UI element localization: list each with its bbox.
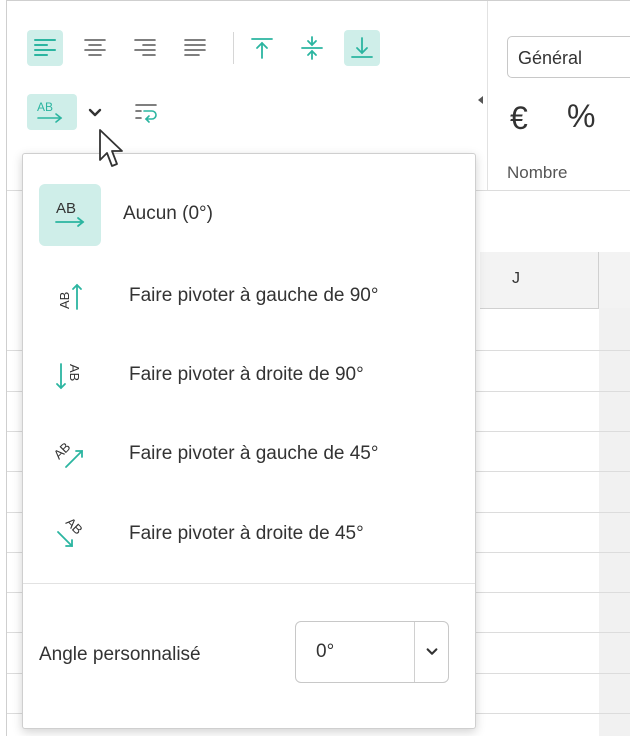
menu-item-rotate-left-90[interactable]: AB Faire pivoter à gauche de 90° xyxy=(23,258,475,334)
align-bottom-button[interactable] xyxy=(344,30,380,66)
menu-item-label: Faire pivoter à gauche de 45° xyxy=(129,443,379,464)
ribbon-section-divider xyxy=(487,0,488,190)
svg-text:AB: AB xyxy=(37,100,53,114)
custom-angle-value[interactable]: 0° xyxy=(316,622,334,682)
align-middle-button[interactable] xyxy=(294,30,330,66)
rotate-right-45-icon: AB xyxy=(39,504,101,566)
wrap-text-button[interactable] xyxy=(128,94,164,130)
menu-item-no-rotation[interactable]: AB Aucun (0°) xyxy=(23,176,475,252)
text-orientation-icon: AB xyxy=(37,100,63,123)
mouse-cursor-icon xyxy=(99,129,123,167)
align-top-icon xyxy=(251,38,273,59)
svg-text:AB: AB xyxy=(67,364,82,381)
custom-angle-label: Angle personnalisé xyxy=(39,644,201,665)
align-left-button[interactable] xyxy=(27,30,63,66)
window-border xyxy=(6,0,7,736)
column-j-header[interactable]: J xyxy=(512,270,520,288)
menu-item-label: Faire pivoter à droite de 45° xyxy=(129,523,364,544)
menu-item-label: Faire pivoter à gauche de 90° xyxy=(129,285,379,306)
chevron-down-icon xyxy=(426,648,438,655)
custom-angle-select[interactable]: 0° xyxy=(295,621,449,683)
number-section-label: Nombre xyxy=(507,163,568,182)
svg-text:AB: AB xyxy=(57,292,72,309)
menu-item-label: Faire pivoter à droite de 90° xyxy=(129,364,364,385)
toolbar-divider xyxy=(233,32,234,64)
menu-divider xyxy=(23,583,475,584)
currency-format-button[interactable]: € xyxy=(510,100,528,137)
svg-text:AB: AB xyxy=(63,515,86,537)
text-orientation-button[interactable]: AB xyxy=(27,94,77,130)
align-justify-button[interactable] xyxy=(177,30,213,66)
align-top-button[interactable] xyxy=(244,30,280,66)
rotate-left-45-icon: AB xyxy=(39,424,101,486)
menu-item-rotate-right-45[interactable]: AB Faire pivoter à droite de 45° xyxy=(23,496,475,572)
rotate-right-90-icon: AB xyxy=(39,345,101,407)
custom-angle-dropdown-button[interactable] xyxy=(415,622,449,682)
align-middle-icon xyxy=(301,36,323,60)
text-horizontal-icon: AB xyxy=(39,184,101,246)
app-window: AB Général € % Nombre J AB Aucun (0°) AB… xyxy=(0,0,630,736)
align-right-button[interactable] xyxy=(127,30,163,66)
align-center-button[interactable] xyxy=(77,30,113,66)
align-center-icon xyxy=(84,39,106,56)
window-border xyxy=(6,0,630,1)
svg-text:AB: AB xyxy=(51,439,74,462)
wrap-text-icon xyxy=(135,104,157,123)
column-header-divider xyxy=(598,252,599,308)
align-bottom-icon xyxy=(351,37,373,58)
svg-text:AB: AB xyxy=(56,200,76,217)
menu-item-rotate-left-45[interactable]: AB Faire pivoter à gauche de 45° xyxy=(23,416,475,492)
align-left-icon xyxy=(34,39,56,56)
align-right-icon xyxy=(134,39,156,56)
menu-item-rotate-right-90[interactable]: AB Faire pivoter à droite de 90° xyxy=(23,337,475,413)
text-orientation-menu: AB Aucun (0°) AB Faire pivoter à gauche … xyxy=(22,153,476,729)
column-k-area xyxy=(599,308,630,736)
column-header-row xyxy=(480,252,630,309)
rotate-left-90-icon: AB xyxy=(39,266,101,328)
collapse-arrow-icon[interactable] xyxy=(478,96,483,104)
number-format-select[interactable]: Général xyxy=(507,36,630,78)
orientation-dropdown-chevron[interactable] xyxy=(84,100,106,124)
menu-item-label: Aucun (0°) xyxy=(123,203,213,224)
percent-format-button[interactable]: % xyxy=(567,98,595,135)
chevron-down-icon xyxy=(88,108,102,117)
align-justify-icon xyxy=(184,39,206,56)
